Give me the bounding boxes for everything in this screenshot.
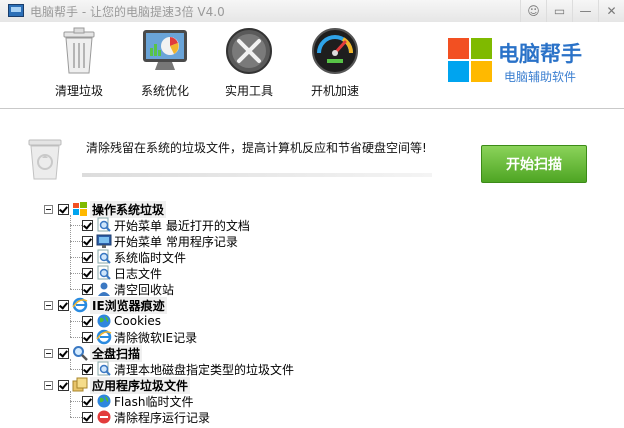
item-checkbox[interactable] [82,363,93,375]
item-label: 清空回收站 [114,282,175,297]
tree-item[interactable]: 清除微软IE记录 [82,329,197,345]
category-checkbox[interactable] [58,347,69,359]
tree-item[interactable]: Flash临时文件 [82,393,193,409]
tree-item[interactable]: 开始菜单 常用程序记录 [82,233,238,249]
item-checkbox[interactable] [82,251,93,263]
search-doc-icon [96,361,112,377]
tree-connector [70,369,82,371]
item-label: Cookies [114,314,161,328]
tree-item[interactable]: Cookies [82,313,161,329]
tree-item[interactable]: 开始菜单 最近打开的文档 [82,217,250,233]
tree-category[interactable]: IE浏览器痕迹 [44,296,167,314]
item-label: 系统临时文件 [114,250,187,265]
item-checkbox[interactable] [82,267,93,279]
search-doc-icon [96,265,112,281]
windows-logo-icon [448,38,492,82]
item-label: 开始菜单 常用程序记录 [114,234,238,249]
brand-subtitle: 电脑辅助软件 [504,70,577,84]
feedback-button[interactable]: ☺ [520,0,546,22]
tree-connector [70,337,82,339]
brand-logo: 电脑帮手 电脑辅助软件 [446,36,616,96]
description-divider [82,173,432,177]
tree-item[interactable]: 清空回收站 [82,281,174,297]
monitor-icon [96,233,112,249]
trash-icon [54,26,104,76]
tool-clean-junk[interactable]: 清理垃圾 [44,26,114,99]
tree-category[interactable]: 操作系统垃圾 [44,200,167,218]
globe-icon [96,313,112,329]
category-label: 应用程序垃圾文件 [90,376,191,394]
item-checkbox[interactable] [82,315,93,327]
user-icon [96,281,112,297]
tree-item[interactable]: 清除程序运行记录 [82,409,210,425]
item-label: 清理本地磁盘指定类型的垃圾文件 [114,362,295,377]
ie-icon [96,329,112,345]
recycle-bin-icon [26,137,64,181]
stop-icon [96,409,112,425]
item-label: 清除微软IE记录 [114,330,198,345]
item-checkbox[interactable] [82,235,93,247]
category-label: 操作系统垃圾 [90,200,167,218]
skin-button[interactable]: ▭ [546,0,572,22]
tree-connector [70,417,82,419]
collapse-toggle[interactable] [44,300,53,310]
speedometer-icon [310,26,360,76]
apps-icon [72,377,88,393]
tree-connector [70,311,72,337]
tree-connector [70,359,72,369]
tool-utilities-label: 实用工具 [224,84,273,98]
item-checkbox[interactable] [82,219,93,231]
clean-description: 清除残留在系统的垃圾文件，提高计算机反应和节省硬盘空间等! [86,141,427,155]
tree-connector [70,289,82,291]
collapse-toggle[interactable] [44,380,53,390]
window-controls: ☺ ▭ — ✕ [520,0,624,22]
start-scan-button[interactable]: 开始扫描 [481,145,587,183]
close-button[interactable]: ✕ [598,0,624,22]
category-checkbox[interactable] [58,299,69,311]
category-checkbox[interactable] [58,203,69,215]
tree-item[interactable]: 日志文件 [82,265,162,281]
category-label: 全盘扫描 [90,344,143,362]
search-doc-icon [96,217,112,233]
minimize-button[interactable]: — [572,0,598,22]
main-toolbar: 清理垃圾 系统优化 实用工具 开机加速 电脑帮手 电脑辅助软件 [0,22,624,109]
tree-connector [70,391,72,417]
item-label: 开始菜单 最近打开的文档 [114,218,250,233]
ie-icon [72,297,88,313]
tool-boot-speedup-label: 开机加速 [310,84,359,98]
windows-icon [72,201,88,217]
tool-system-optimize[interactable]: 系统优化 [130,26,200,99]
category-checkbox[interactable] [58,379,69,391]
collapse-toggle[interactable] [44,204,53,214]
globe-icon [96,393,112,409]
brand-name: 电脑帮手 [498,42,582,66]
tree-item[interactable]: 系统临时文件 [82,249,186,265]
tool-system-optimize-label: 系统优化 [140,84,189,98]
item-label: 清除程序运行记录 [114,410,211,425]
category-label: IE浏览器痕迹 [90,296,167,314]
item-checkbox[interactable] [82,411,93,423]
item-label: Flash临时文件 [114,394,194,409]
item-checkbox[interactable] [82,283,93,295]
app-icon [8,4,24,17]
title-bar: 电脑帮手 - 让您的电脑提速3倍 V4.0 ☺ ▭ — ✕ [0,0,624,23]
search-icon [72,345,88,361]
tool-utilities[interactable]: 实用工具 [214,26,284,99]
tools-icon [224,26,274,76]
tree-item[interactable]: 清理本地磁盘指定类型的垃圾文件 [82,361,294,377]
search-doc-icon [96,249,112,265]
tree-category[interactable]: 应用程序垃圾文件 [44,376,191,394]
clean-panel: 清除残留在系统的垃圾文件，提高计算机反应和节省硬盘空间等! 开始扫描 操作系统垃… [0,109,624,425]
window-title: 电脑帮手 - 让您的电脑提速3倍 V4.0 [30,5,225,19]
collapse-toggle[interactable] [44,348,53,358]
tree-connector [70,215,72,289]
monitor-chart-icon [140,26,190,76]
item-checkbox[interactable] [82,331,93,343]
item-label: 日志文件 [114,266,163,281]
item-checkbox[interactable] [82,395,93,407]
tool-clean-junk-label: 清理垃圾 [54,84,103,98]
tree-category[interactable]: 全盘扫描 [44,344,143,362]
tool-boot-speedup[interactable]: 开机加速 [300,26,370,99]
